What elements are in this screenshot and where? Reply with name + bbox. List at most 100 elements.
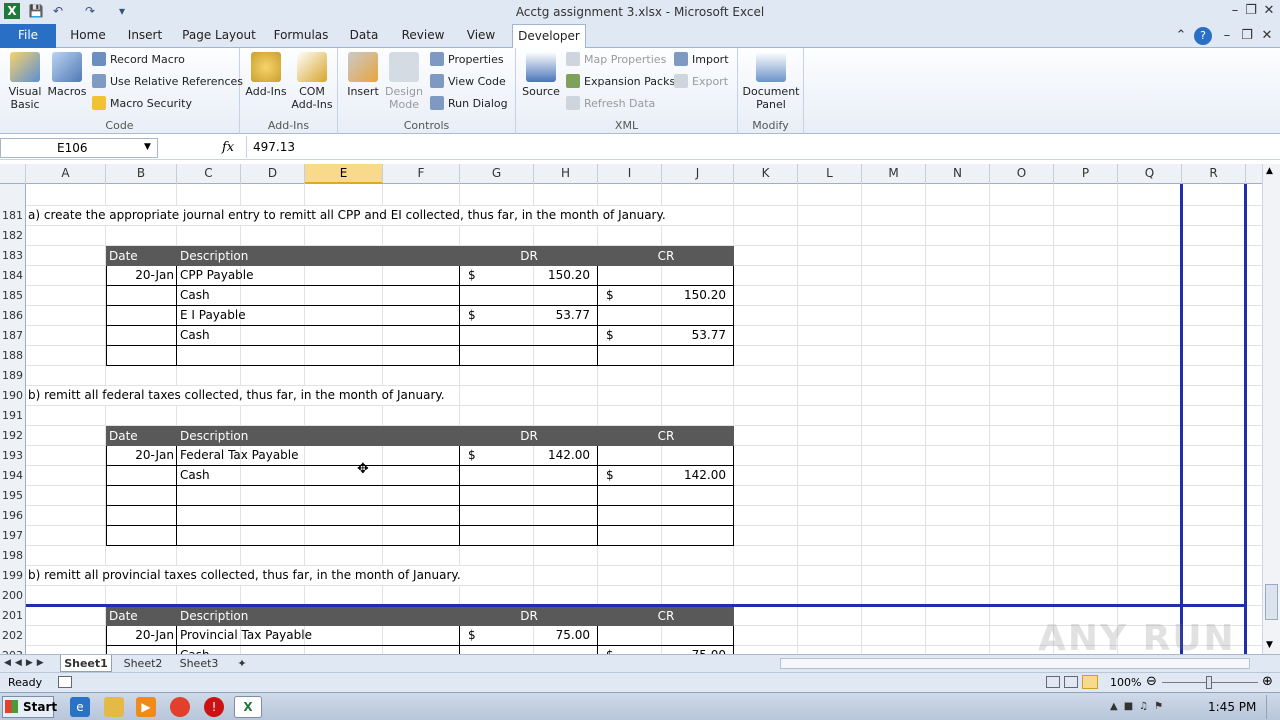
column-header-i[interactable]: I <box>598 164 662 184</box>
tray-icons[interactable]: ▲■♫⚑ <box>1110 701 1169 712</box>
column-header-k[interactable]: K <box>734 164 798 184</box>
document-panel-button[interactable]: Document Panel <box>742 52 800 111</box>
explorer-icon[interactable] <box>104 697 124 717</box>
tab-home[interactable]: Home <box>62 24 114 48</box>
column-header-f[interactable]: F <box>383 164 460 184</box>
zoom-level[interactable]: 100% <box>1110 676 1141 689</box>
row-header-201[interactable]: 201 <box>0 606 26 626</box>
insert-control-button[interactable]: Insert <box>344 52 382 98</box>
column-header-b[interactable]: B <box>106 164 177 184</box>
row-header-196[interactable]: 196 <box>0 506 26 526</box>
entry-description[interactable]: Cash <box>180 466 210 485</box>
map-properties-button[interactable]: Map Properties <box>566 50 666 70</box>
row-header-202[interactable]: 202 <box>0 626 26 646</box>
entry-date[interactable]: 20-Jan <box>106 446 174 465</box>
macros-button[interactable]: Macros <box>46 52 88 98</box>
column-header-h[interactable]: H <box>534 164 598 184</box>
entry-description[interactable]: E I Payable <box>180 306 246 325</box>
tab-file[interactable]: File <box>0 24 56 48</box>
show-desktop-button[interactable] <box>1266 695 1278 719</box>
row-header-198[interactable]: 198 <box>0 546 26 566</box>
help-icon[interactable]: ? <box>1194 27 1212 45</box>
row-header-194[interactable]: 194 <box>0 466 26 486</box>
formula-input[interactable]: 497.13 <box>246 136 1266 158</box>
scroll-up-icon[interactable]: ▲ <box>1266 166 1273 176</box>
entry-description[interactable]: Federal Tax Payable <box>180 446 299 465</box>
tab-page-layout[interactable]: Page Layout <box>178 24 260 48</box>
macro-record-icon[interactable] <box>58 676 72 688</box>
row-header-197[interactable]: 197 <box>0 526 26 546</box>
column-header-d[interactable]: D <box>241 164 305 184</box>
row-header-185[interactable]: 185 <box>0 286 26 306</box>
zoom-out-icon[interactable]: ⊖ <box>1146 675 1157 689</box>
normal-view-icon[interactable] <box>1046 676 1060 688</box>
row-header-191[interactable]: 191 <box>0 406 26 426</box>
row-header-192[interactable]: 192 <box>0 426 26 446</box>
name-box-dropdown-icon[interactable]: ▼ <box>144 142 151 152</box>
entry-dr-amount[interactable]: 53.77 <box>460 306 590 325</box>
column-header-c[interactable]: C <box>177 164 241 184</box>
row-header-partial[interactable] <box>0 184 26 206</box>
entry-description[interactable]: Cash <box>180 286 210 305</box>
row-header-203[interactable]: 203 <box>0 646 26 654</box>
tab-insert[interactable]: Insert <box>120 24 170 48</box>
tab-data[interactable]: Data <box>342 24 386 48</box>
chrome-icon[interactable] <box>170 697 190 717</box>
tab-review[interactable]: Review <box>396 24 450 48</box>
sheet-nav-icons[interactable]: ◀◀▶▶ <box>4 655 54 672</box>
insert-function-button[interactable]: fx <box>222 140 234 155</box>
row-header-190[interactable]: 190 <box>0 386 26 406</box>
column-header-n[interactable]: N <box>926 164 990 184</box>
addins-button[interactable]: Add-Ins <box>244 52 288 98</box>
entry-dr-amount[interactable]: 75.00 <box>460 626 590 645</box>
insert-sheet-icon[interactable]: ✦ <box>232 655 252 672</box>
close-icon[interactable]: ✕ <box>1260 2 1278 20</box>
expansion-packs-button[interactable]: Expansion Packs <box>566 72 675 92</box>
row-header-183[interactable]: 183 <box>0 246 26 266</box>
column-header-l[interactable]: L <box>798 164 862 184</box>
entry-cr-amount[interactable]: 150.20 <box>598 286 726 305</box>
entry-date[interactable]: 20-Jan <box>106 266 174 285</box>
restore-icon[interactable]: ❐ <box>1242 2 1260 20</box>
row-header-195[interactable]: 195 <box>0 486 26 506</box>
doc-close-icon[interactable]: ✕ <box>1258 27 1276 45</box>
import-button[interactable]: Import <box>674 50 729 70</box>
horizontal-scrollbar[interactable] <box>780 658 1250 669</box>
run-dialog-button[interactable]: Run Dialog <box>430 94 508 114</box>
macro-security-button[interactable]: Macro Security <box>92 94 192 114</box>
zoom-in-icon[interactable]: ⊕ <box>1262 675 1273 689</box>
zoom-thumb[interactable] <box>1206 676 1212 689</box>
entry-description[interactable]: CPP Payable <box>180 266 254 285</box>
media-player-icon[interactable]: ▶ <box>136 697 156 717</box>
entry-description[interactable]: Provincial Tax Payable <box>180 626 312 645</box>
entry-dr-amount[interactable]: 142.00 <box>460 446 590 465</box>
column-header-j[interactable]: J <box>662 164 734 184</box>
row-header-182[interactable]: 182 <box>0 226 26 246</box>
ie-icon[interactable]: e <box>70 697 90 717</box>
scroll-down-icon[interactable]: ▼ <box>1266 640 1273 650</box>
column-header-r[interactable]: R <box>1182 164 1246 184</box>
column-header-q[interactable]: Q <box>1118 164 1182 184</box>
scroll-thumb[interactable] <box>1265 584 1278 620</box>
properties-button[interactable]: Properties <box>430 50 504 70</box>
row-header-181[interactable]: 181 <box>0 206 26 226</box>
entry-cr-amount[interactable]: 142.00 <box>598 466 726 485</box>
entry-cr-amount[interactable]: 75.00 <box>598 646 726 654</box>
relative-references-button[interactable]: Use Relative References <box>92 72 243 92</box>
row-header-187[interactable]: 187 <box>0 326 26 346</box>
minimize-ribbon-icon[interactable]: ⌃ <box>1172 27 1190 45</box>
entry-description[interactable]: Cash <box>180 326 210 345</box>
select-all-corner[interactable] <box>0 164 26 184</box>
view-code-button[interactable]: View Code <box>430 72 506 92</box>
doc-restore-icon[interactable]: ❐ <box>1238 27 1256 45</box>
column-header-e[interactable]: E <box>305 164 383 184</box>
row-header-184[interactable]: 184 <box>0 266 26 286</box>
design-mode-button[interactable]: Design Mode <box>384 52 424 111</box>
entry-date[interactable]: 20-Jan <box>106 626 174 645</box>
row-header-200[interactable]: 200 <box>0 586 26 606</box>
row-header-189[interactable]: 189 <box>0 366 26 386</box>
source-button[interactable]: Source <box>520 52 562 98</box>
doc-minimize-icon[interactable]: – <box>1218 27 1236 45</box>
vertical-scrollbar[interactable]: ▲ ▼ <box>1262 164 1280 654</box>
page-break-view-icon[interactable] <box>1082 675 1098 689</box>
